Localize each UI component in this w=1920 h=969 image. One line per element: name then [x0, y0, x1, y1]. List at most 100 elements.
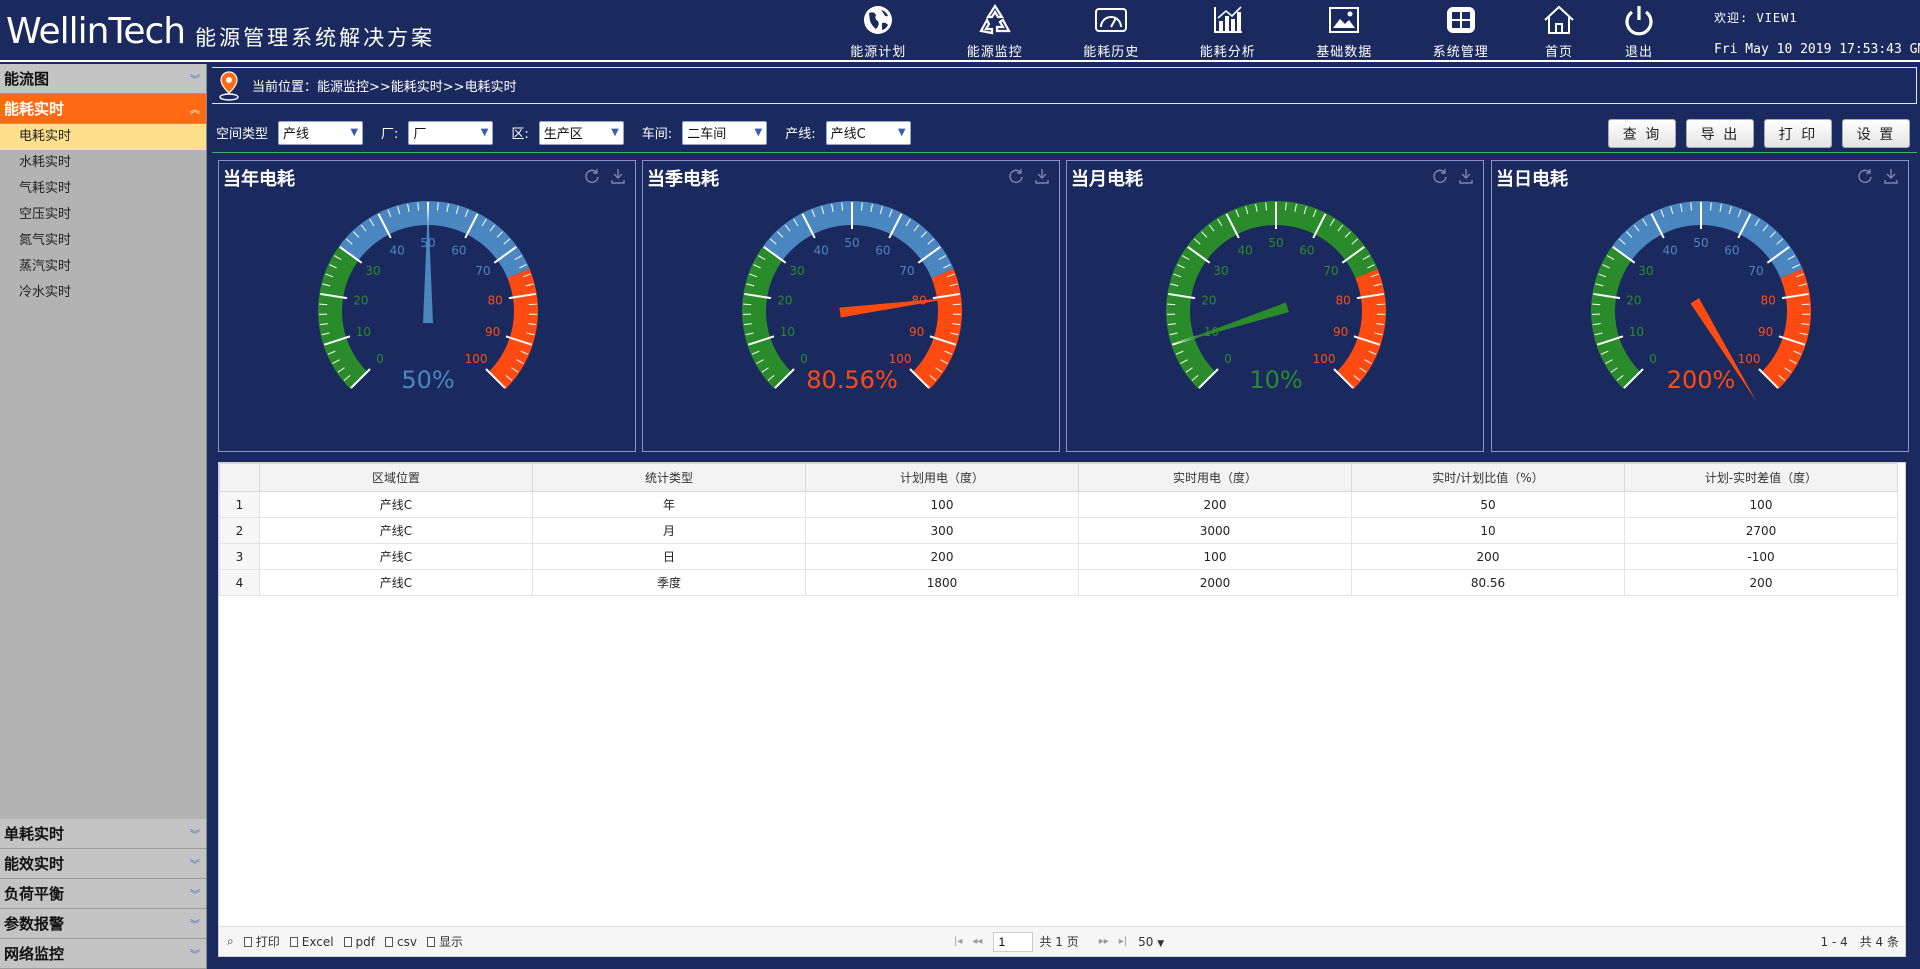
space-type-select[interactable]: 产线 ▼	[278, 120, 364, 145]
gauge-tick-label: 40	[389, 243, 404, 257]
column-header[interactable]: 计划-实时差值（度）	[1624, 463, 1898, 492]
sidebar-item-nitrogen[interactable]: 氮气实时	[0, 228, 206, 254]
chevron-down-icon: ▼	[611, 127, 619, 138]
nav-home[interactable]: 首页	[1519, 0, 1599, 60]
gauge-tick-label: 0	[376, 352, 384, 366]
factory-select[interactable]: 厂 ▼	[408, 120, 494, 145]
query-button[interactable]: 查 询	[1608, 119, 1676, 148]
print-export-button[interactable]: 打印	[243, 933, 280, 950]
table-row[interactable]: 2 产线C 月 300 3000 10 2700	[219, 517, 1898, 544]
gauge-card: 当年电耗010203040506070809010050%	[218, 160, 636, 452]
workshop-select[interactable]: 二车间 ▼	[682, 120, 768, 145]
gauge-tick-label: 0	[800, 352, 808, 366]
gauge-value: 50%	[401, 366, 454, 394]
gauge-tick-label: 70	[1748, 264, 1763, 278]
gauge-tick-label: 80	[1336, 293, 1351, 307]
gauge-minor-tick	[528, 303, 537, 306]
record-range: 1 - 4 共 4 条	[1820, 935, 1900, 949]
nav-label: 系统管理	[1432, 45, 1489, 60]
refresh-icon[interactable]	[1856, 167, 1874, 185]
nav-system-admin[interactable]: 系统管理	[1403, 0, 1520, 60]
nav-logout[interactable]: 退出	[1599, 0, 1679, 60]
chevron-down-icon: ︾	[190, 860, 200, 871]
sidebar-group-unit-realtime[interactable]: 单耗实时 ︾	[0, 819, 206, 849]
column-header[interactable]: 实时/计划比值（%）	[1351, 463, 1625, 492]
sidebar-item-steam[interactable]: 蒸汽实时	[0, 254, 206, 280]
first-page-icon[interactable]: |◂	[954, 936, 962, 947]
bar-chart-icon	[1213, 6, 1242, 33]
nav-energy-plan[interactable]: 能源计划	[820, 0, 937, 60]
gauge-tick-label: 90	[1758, 325, 1773, 339]
export-button[interactable]: 导 出	[1686, 119, 1754, 148]
download-icon[interactable]	[609, 167, 627, 185]
settings-button[interactable]: 设 置	[1842, 119, 1910, 148]
gauge-tick-label: 60	[1724, 243, 1739, 257]
sidebar-group-param-alarm[interactable]: 参数报警 ︾	[0, 909, 206, 939]
nav-base-data[interactable]: 基础数据	[1286, 0, 1403, 60]
gauge-tick-label: 100	[1738, 352, 1761, 366]
sidebar-group-network-monitor[interactable]: 网络监控 ︾	[0, 939, 206, 969]
sidebar-item-chilled-water[interactable]: 冷水实时	[0, 280, 206, 306]
select-value: 产线	[283, 127, 310, 142]
download-icon[interactable]	[1033, 167, 1051, 185]
sidebar-item-electricity[interactable]: 电耗实时	[0, 124, 206, 150]
workshop-label: 车间:	[641, 127, 673, 142]
area-select[interactable]: 生产区 ▼	[538, 120, 624, 145]
print-button[interactable]: 打 印	[1764, 119, 1832, 148]
chevron-up-icon: ︽	[190, 105, 200, 116]
table-cell: 日	[532, 543, 806, 570]
sidebar-group-energy-realtime[interactable]: 能耗实时 ︽	[0, 94, 206, 124]
gauge-tick-label: 90	[1333, 325, 1348, 339]
sidebar-group-energy-flow[interactable]: 能流图 ︾	[0, 64, 206, 94]
page-input[interactable]	[993, 931, 1034, 952]
search-icon[interactable]: ⌕	[227, 934, 234, 949]
nav-energy-history[interactable]: 能耗历史	[1053, 0, 1170, 60]
column-header[interactable]: 计划用电（度）	[805, 463, 1079, 492]
show-columns-button[interactable]: 显示	[426, 933, 463, 950]
download-icon[interactable]	[1457, 167, 1475, 185]
gauge-minor-tick	[319, 303, 328, 306]
next-page-icon[interactable]: ▸▸	[1099, 936, 1109, 947]
gauge-tick-label: 30	[1213, 264, 1228, 278]
gauge-tick-label: 20	[777, 293, 792, 307]
table-cell: 产线C	[259, 517, 533, 544]
sidebar-item-gas[interactable]: 气耗实时	[0, 176, 206, 202]
line-select[interactable]: 产线C ▼	[825, 120, 911, 145]
gauge-tick-label: 10	[356, 325, 371, 339]
nav-energy-monitor[interactable]: 能源监控	[937, 0, 1054, 60]
pdf-export-button[interactable]: pdf	[343, 935, 375, 949]
table-cell: 100	[1078, 543, 1352, 570]
table-cell: 200	[1078, 491, 1352, 518]
last-page-icon[interactable]: ▸|	[1119, 936, 1127, 947]
gauge-tick-label: 100	[1313, 352, 1336, 366]
row-number: 3	[219, 543, 260, 570]
refresh-icon[interactable]	[1431, 167, 1449, 185]
column-header[interactable]: 实时用电（度）	[1078, 463, 1352, 492]
sidebar-group-label: 能耗实时	[4, 100, 65, 118]
page-size-select[interactable]: 50 ▼	[1138, 935, 1164, 949]
gauge-title: 当年电耗	[223, 169, 295, 190]
pager-action-label: Excel	[301, 934, 334, 949]
download-icon[interactable]	[1882, 167, 1900, 185]
sidebar-item-compressed-air[interactable]: 空压实时	[0, 202, 206, 228]
globe-icon	[864, 6, 893, 34]
column-header[interactable]: 区域位置	[259, 463, 533, 492]
table-row[interactable]: 1 产线C 年 100 200 50 100	[219, 491, 1898, 518]
table-row[interactable]: 3 产线C 日 200 100 200 -100	[219, 543, 1898, 570]
csv-export-button[interactable]: csv	[385, 935, 417, 949]
excel-export-button[interactable]: Excel	[289, 934, 334, 949]
sidebar-group-efficiency-realtime[interactable]: 能效实时 ︾	[0, 849, 206, 879]
prev-page-icon[interactable]: ◂◂	[972, 936, 982, 947]
table-cell: 80.56	[1351, 569, 1625, 596]
refresh-icon[interactable]	[1007, 167, 1025, 185]
gauge-tick-label: 20	[1201, 293, 1216, 307]
document-icon	[385, 936, 394, 947]
nav-energy-analysis[interactable]: 能耗分析	[1170, 0, 1287, 60]
table-row[interactable]: 4 产线C 季度 1800 2000 80.56 200	[219, 569, 1898, 596]
gauge-tick-label: 10	[1629, 325, 1644, 339]
column-header[interactable]: 统计类型	[532, 463, 806, 492]
sidebar-bottom-groups: 单耗实时 ︾ 能效实时 ︾ 负荷平衡 ︾ 参数报警 ︾ 网络监控 ︾	[0, 819, 206, 969]
refresh-icon[interactable]	[583, 167, 601, 185]
sidebar-item-water[interactable]: 水耗实时	[0, 150, 206, 176]
sidebar-group-load-balance[interactable]: 负荷平衡 ︾	[0, 879, 206, 909]
